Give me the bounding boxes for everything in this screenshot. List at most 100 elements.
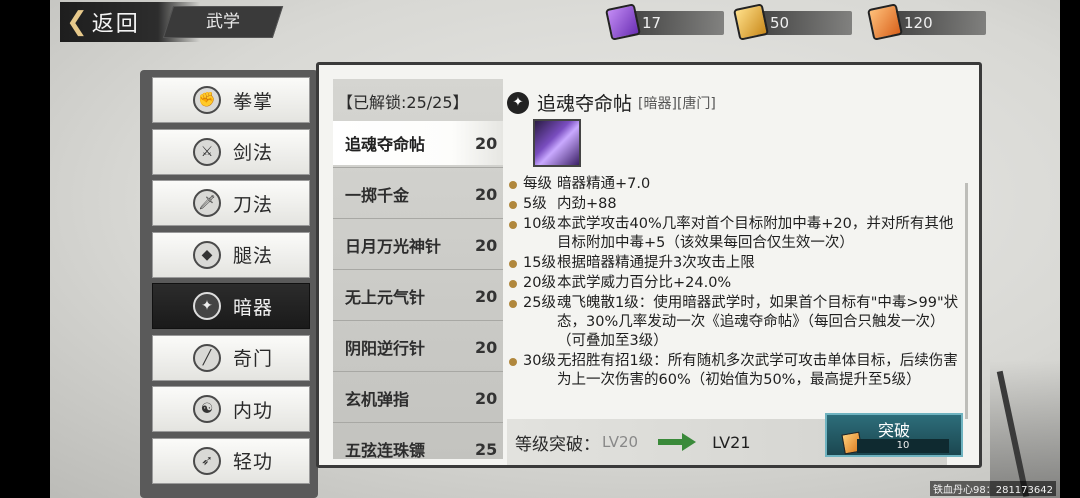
effect-scrollbar[interactable] [965,183,968,419]
effect-text: 本武学威力百分比+24.0% [557,275,732,291]
skill-level: 20 [475,388,498,408]
skill-level: 20 [475,235,498,255]
list-divider [333,371,503,372]
effect-text: 魂飞魄散1级：使用暗器武学时，如果首个目标有"中毒>99"状态，30%几率发动一… [557,295,959,349]
skill-title-name: 追魂夺命帖 [537,93,633,115]
gold-scroll-icon [733,3,769,41]
effect-text: 无招胜有招1级：所有随机多次武学可攻击单体目标，后续伤害为上一次伤害的60%（初… [557,353,958,388]
category-exotic[interactable]: ╱ 奇门 [152,334,310,381]
skill-level: 20 [475,184,498,204]
effect-row: 30级 无招胜有招1级：所有随机多次武学可攻击单体目标，后续伤害为上一次伤害的6… [509,352,961,390]
category-label: 奇门 [233,348,274,370]
skill-row[interactable]: 玄机弹指 20 [333,376,503,420]
category-label: 轻功 [233,451,274,473]
skill-name: 阴阳逆行针 [345,339,426,358]
shoe-icon: ➶ [193,446,221,475]
skill-row[interactable]: 一掷千金 20 [333,172,503,216]
staff-icon: ╱ [193,343,221,372]
currency-gold[interactable]: 50 [733,3,852,41]
list-divider [333,422,503,423]
effect-level: 25级 [523,295,556,311]
skill-title: ✦ 追魂夺命帖 [暗器][唐门] [507,89,716,116]
list-divider [333,269,503,270]
effect-text: 暗器精通+7.0 [557,176,651,192]
skill-row[interactable]: 日月万光神针 20 [333,223,503,267]
unlock-count: 【已解锁:25/25】 [337,93,469,112]
effect-list[interactable]: 每级 暗器精通+7.0 5级 内劲+88 10级 本武学攻击40%几率对首个目标… [509,175,961,425]
effect-level: 5级 [523,196,547,212]
skill-level: 20 [475,286,498,306]
skill-portrait-icon [533,119,581,167]
category-sword[interactable]: ⚔ 剑法 [152,128,310,175]
kick-icon: ◆ [193,240,221,269]
skill-name: 五弦连珠镖 [345,441,426,459]
effect-level: 每级 [523,176,552,192]
skill-name: 追魂夺命帖 [345,135,426,154]
effect-row: 15级 根据暗器精通提升3次攻击上限 [509,254,961,273]
watermark: 铁血丹心98：281173642 [930,481,1056,496]
blade-icon: 🗡 [193,189,221,217]
bullet-icon [509,260,517,268]
skill-name: 一掷千金 [345,186,410,205]
skill-detail: ✦ 追魂夺命帖 [暗器][唐门] 每级 暗器精通+7.0 5级 内劲+88 10… [503,79,973,469]
skill-level: 25 [475,439,498,459]
sword-icon: ⚔ [193,137,221,166]
category-hidden-weapon[interactable]: ✦ 暗器 [152,283,310,329]
purple-scroll-icon [605,3,641,41]
back-label: 返回 [91,12,140,37]
effect-row: 10级 本武学攻击40%几率对首个目标附加中毒+20，并对所有其他目标附加中毒+… [509,215,961,253]
effect-row: 25级 魂飞魄散1级：使用暗器武学时，如果首个目标有"中毒>99"状态，30%几… [509,294,961,351]
skill-row[interactable]: 无上元气针 20 [333,274,503,318]
category-fist[interactable]: ✊ 拳掌 [152,77,310,123]
bullet-icon [509,358,517,366]
bullet-icon [509,201,517,209]
arrow-right-icon [658,433,698,451]
next-level: LV21 [712,432,751,452]
break-label: 等级突破： [515,434,600,455]
skill-level: 20 [475,133,498,153]
skill-level: 20 [475,337,498,357]
orange-scroll-icon [867,3,903,41]
category-internal[interactable]: ☯ 内功 [152,386,310,432]
right-letterbox [1060,0,1080,498]
list-divider [333,320,503,321]
category-lightness[interactable]: ➶ 轻功 [152,437,310,484]
category-label: 暗器 [233,296,274,319]
list-divider [333,167,503,168]
effect-row: 20级 本武学威力百分比+24.0% [509,274,961,293]
currency-purple[interactable]: 17 [605,3,724,41]
chevron-left-icon: ❮ [66,7,88,37]
effect-level: 30级 [523,353,556,369]
category-list: ✊ 拳掌 ⚔ 剑法 🗡 刀法 ◆ 腿法 ✦ 暗器 ╱ 奇门 ☯ 内功 ➶ 轻功 [140,70,318,498]
bullet-icon [509,221,517,229]
category-blade[interactable]: 🗡 刀法 [152,180,310,226]
bullet-icon [509,300,517,308]
bullet-icon [509,280,517,288]
hidden-weapon-type-icon: ✦ [507,91,529,114]
effect-row: 5级 内劲+88 [509,195,961,214]
page-title: 武学 [162,6,284,38]
skill-list[interactable]: 【已解锁:25/25】 追魂夺命帖 20 一掷千金 20 日月万光神针 20 无… [333,79,503,459]
category-label: 拳掌 [233,90,274,113]
skill-panel: 【已解锁:25/25】 追魂夺命帖 20 一掷千金 20 日月万光神针 20 无… [316,62,982,468]
skill-name: 无上元气针 [345,288,426,307]
break-button[interactable]: 突破 10 [825,413,963,457]
effect-level: 20级 [523,275,556,291]
category-kick[interactable]: ◆ 腿法 [152,231,310,278]
category-label: 刀法 [233,193,274,216]
current-level: LV20 [602,433,639,451]
effect-level: 10级 [523,216,556,232]
effect-text: 本武学攻击40%几率对首个目标附加中毒+20，并对所有其他目标附加中毒+5（该效… [557,216,954,251]
effect-level: 15级 [523,255,556,271]
skill-row[interactable]: 阴阳逆行针 20 [333,325,503,369]
category-label: 腿法 [233,245,274,267]
category-label: 剑法 [233,142,274,164]
currency-orange[interactable]: 120 [867,3,986,41]
top-bar: ❮ 返回 武学 17 50 120 [50,0,1060,46]
left-letterbox [0,0,50,498]
skill-row-selected[interactable]: 追魂夺命帖 20 [333,121,503,165]
effect-text: 根据暗器精通提升3次攻击上限 [557,255,755,271]
skill-tags: [暗器][唐门] [638,95,716,112]
skill-row[interactable]: 五弦连珠镖 25 [333,427,503,460]
effect-row: 每级 暗器精通+7.0 [509,175,961,194]
